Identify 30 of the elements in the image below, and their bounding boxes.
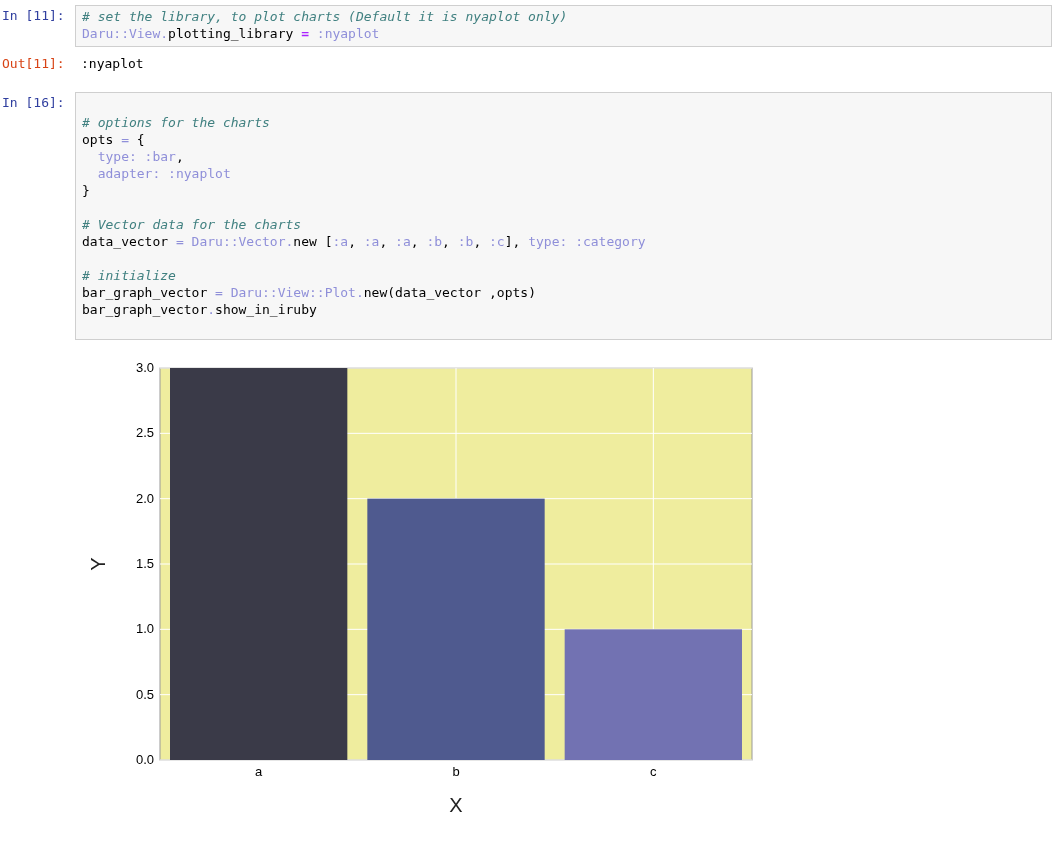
- code-line: type: :bar,: [96, 148, 185, 165]
- code-line: opts = {: [82, 131, 146, 148]
- x-tick-label: c: [650, 764, 657, 779]
- x-axis-title: X: [449, 794, 463, 816]
- code-line: # options for the charts: [82, 114, 271, 131]
- code-line: # initialize: [82, 267, 177, 284]
- x-tick-label: a: [255, 764, 263, 779]
- y-tick-label: 3.0: [135, 360, 154, 375]
- y-axis-title: Y: [87, 557, 109, 571]
- y-tick-label: 2.5: [135, 425, 154, 441]
- code-line: }: [82, 182, 91, 199]
- output-text: :nyaplot: [80, 55, 144, 72]
- y-tick-label: 0.0: [135, 752, 154, 767]
- input-prompt: In [16]:: [1, 94, 66, 111]
- code-cell[interactable]: # set the library, to plot charts (Default it is nyaplot only) Daru::View.plotting_library = :nyaplot: [75, 5, 1052, 47]
- y-tick-label: 1.5: [135, 556, 154, 571]
- y-tick-label: 0.5: [135, 686, 154, 702]
- x-tick-label: b: [452, 764, 460, 779]
- code-line: data_vector = Daru::Vector.new [:a, :a, :a, :b, :b, :c], type: :category: [82, 233, 647, 250]
- code-line: bar_graph_vector.show_in_iruby: [82, 301, 318, 318]
- code-line: bar_graph_vector = Daru::View::Plot.new(data_vector ,opts): [82, 284, 537, 301]
- input-prompt: In [11]:: [1, 7, 66, 24]
- output-prompt: Out[11]:: [1, 55, 66, 72]
- code-line: # set the library, to plot charts (Default it is nyaplot only): [82, 8, 569, 25]
- y-tick-label: 2.0: [135, 490, 154, 506]
- y-tick-label: 1.0: [135, 621, 154, 637]
- code-cell[interactable]: [75, 92, 1052, 340]
- code-line: Daru::View.plotting_library = :nyaplot: [82, 25, 381, 42]
- code-line: adapter: :nyaplot: [96, 165, 232, 182]
- code-line: # Vector data for the charts: [82, 216, 303, 233]
